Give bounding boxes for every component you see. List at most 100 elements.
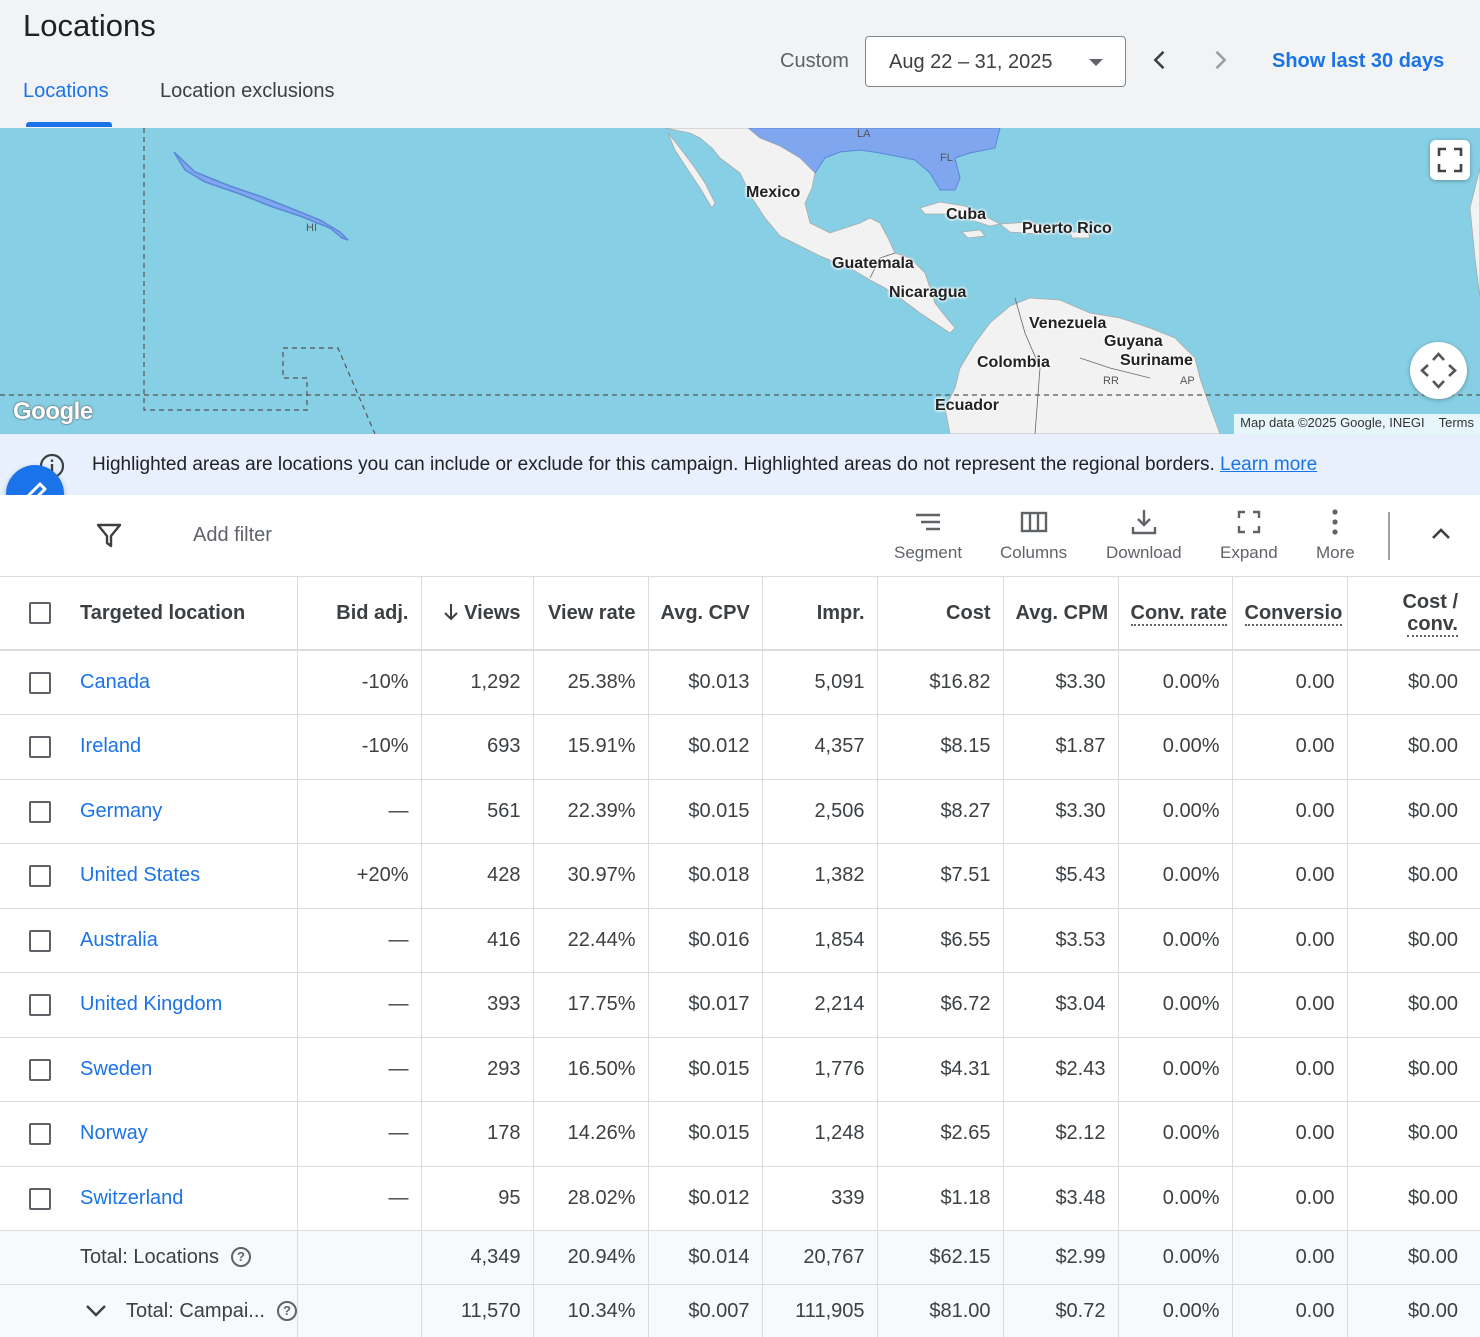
location-cell[interactable]: Germany [0,779,298,844]
row-checkbox[interactable] [29,865,51,887]
cost-cell: $6.72 [877,972,1004,1038]
location-link[interactable]: Norway [80,1122,148,1144]
location-link[interactable]: Germany [80,800,162,822]
chevron-down-icon[interactable] [84,1301,108,1321]
select-all-checkbox[interactable] [29,602,51,624]
row-checkbox[interactable] [29,994,51,1016]
cost-per-conv-cell: $0.00 [1347,1037,1480,1102]
date-range-select[interactable]: Aug 22 – 31, 2025 [865,36,1126,87]
total-conversions-cell: 0.00 [1232,1230,1348,1285]
col-header-view-rate[interactable]: View rate [533,577,649,651]
help-icon[interactable]: ? [276,1301,296,1321]
more-label: More [1316,543,1355,562]
location-cell[interactable]: United Kingdom [0,972,298,1038]
columns-button[interactable]: Columns [1000,507,1067,563]
views-cell: 1,292 [421,650,534,715]
col-header-avg-cpm[interactable]: Avg. CPM [1003,577,1119,651]
view-rate-cell: 15.91% [533,714,649,780]
col-header-conversions[interactable]: Conversio [1232,577,1348,651]
avg-cpv-cell: $0.016 [648,908,763,973]
col-header-conv-rate[interactable]: Conv. rate [1118,577,1233,651]
bid-adj-cell: — [297,1166,422,1231]
col-header-impr[interactable]: Impr. [762,577,878,651]
col-header-bid-adj[interactable]: Bid adj. [297,577,422,651]
location-link[interactable]: Canada [80,671,150,693]
total-avg-cpm-cell: $0.72 [1003,1284,1119,1337]
row-checkbox[interactable] [29,672,51,694]
row-checkbox[interactable] [29,929,51,952]
filter-icon[interactable] [95,521,123,549]
location-cell[interactable]: Ireland [0,714,298,780]
location-link[interactable]: United States [80,864,200,886]
tab-locations[interactable]: Locations [23,80,109,103]
location-link[interactable]: Ireland [80,735,141,757]
add-filter-button[interactable]: Add filter [193,524,272,547]
location-link[interactable]: Sweden [80,1058,152,1080]
row-checkbox[interactable] [29,1123,51,1145]
col-header-targeted-location[interactable]: Targeted location [0,577,298,651]
row-checkbox[interactable] [29,800,51,823]
location-map[interactable]: Mexico Cuba Puerto Rico Guatemala Nicara… [0,128,1480,434]
table-row: Canada -10% 1,292 25.38% $0.013 5,091 $16.82 $3… [0,650,1480,715]
col-header-cost[interactable]: Cost [877,577,1004,651]
map-terms-link[interactable]: Terms [1439,415,1474,430]
map-fullscreen-button[interactable] [1430,140,1470,180]
total-cost-per-conv-cell: $0.00 [1347,1230,1480,1285]
table-header-row: Targeted location Bid adj. Views View ra… [0,577,1480,651]
chevron-right-icon[interactable] [1206,46,1234,74]
col-header-views[interactable]: Views [421,577,534,651]
view-rate-cell: 30.97% [533,843,649,909]
avg-cpv-cell: $0.013 [648,650,763,715]
bid-adj-cell: — [297,1101,422,1167]
more-button[interactable]: More [1316,507,1355,563]
conv-rate-cell: 0.00% [1118,779,1233,844]
map-data-text: Map data ©2025 Google, INEGI [1240,415,1425,430]
views-cell: 416 [421,908,534,973]
impr-cell: 1,382 [762,843,878,909]
col-header-cost-per-conv[interactable]: Cost / conv. [1347,577,1480,651]
location-link[interactable]: Australia [80,929,158,951]
cost-per-conv-cell: $0.00 [1347,1166,1480,1231]
location-link[interactable]: United Kingdom [80,993,222,1015]
row-checkbox[interactable] [29,736,51,758]
row-checkbox[interactable] [29,1187,51,1210]
chevron-up-icon[interactable] [1428,521,1454,547]
learn-more-link[interactable]: Learn more [1220,454,1317,475]
caret-down-icon [1089,59,1103,66]
conversions-cell: 0.00 [1232,779,1348,844]
download-button[interactable]: Download [1106,507,1182,563]
location-cell[interactable]: United States [0,843,298,909]
cost-cell: $7.51 [877,843,1004,909]
row-checkbox[interactable] [29,1058,51,1081]
location-cell[interactable]: Australia [0,908,298,973]
bid-adj-cell: -10% [297,650,422,715]
conv-rate-cell: 0.00% [1118,972,1233,1038]
help-icon[interactable]: ? [230,1247,251,1267]
expand-button[interactable]: Expand [1220,507,1278,563]
location-cell[interactable]: Switzerland [0,1166,298,1231]
locations-table: Targeted location Bid adj. Views View ra… [0,577,1480,1337]
location-cell[interactable]: Norway [0,1101,298,1167]
total-conv-rate-cell: 0.00% [1118,1230,1233,1285]
conversions-cell: 0.00 [1232,650,1348,715]
tab-location-exclusions[interactable]: Location exclusions [160,80,335,103]
table-row: Germany —561 22.39% $0.015 2,506 $8.27 $3.30 0.… [0,779,1480,844]
total-view-rate-cell: 10.34% [533,1284,649,1337]
table-row: Norway —178 14.26% $0.015 1,248 $2.65 $2.12 0.0… [0,1101,1480,1167]
total-label: Total: Campai... [126,1300,265,1322]
segment-button[interactable]: Segment [894,507,962,563]
map-label-rr: RR [1103,375,1119,387]
total-cost-cell: $62.15 [877,1230,1004,1285]
conversions-cell: 0.00 [1232,714,1348,780]
location-cell[interactable]: Sweden [0,1037,298,1102]
map-label-fl: FL [940,152,953,164]
map-pan-button[interactable] [1410,342,1467,399]
col-header-avg-cpv[interactable]: Avg. CPV [648,577,763,651]
avg-cpv-cell: $0.015 [648,1037,763,1102]
total-views-cell: 4,349 [421,1230,534,1285]
total-label-cell: Total: Locations? [0,1230,298,1285]
chevron-left-icon[interactable] [1146,46,1174,74]
show-last-30-days-link[interactable]: Show last 30 days [1272,50,1444,73]
location-cell[interactable]: Canada [0,650,298,715]
location-link[interactable]: Switzerland [80,1187,183,1209]
